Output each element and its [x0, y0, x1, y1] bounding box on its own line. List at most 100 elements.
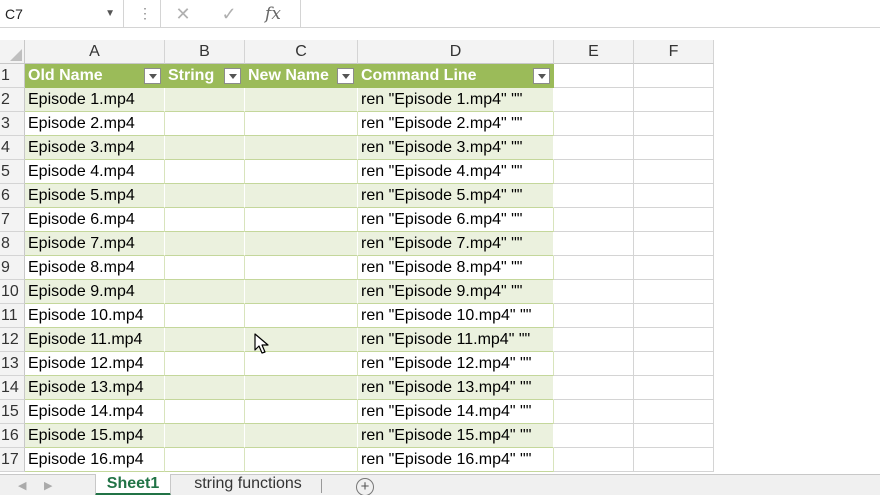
row-header[interactable]: 14 — [0, 376, 25, 400]
row-header[interactable]: 4 — [0, 136, 25, 160]
cell[interactable] — [634, 448, 714, 472]
filter-dropdown-icon[interactable] — [224, 68, 241, 84]
cell[interactable] — [554, 136, 634, 160]
plus-circle-icon[interactable]: + — [356, 478, 374, 495]
cell[interactable] — [634, 400, 714, 424]
table-cell[interactable]: Episode 13.mp4 — [25, 376, 165, 400]
table-cell[interactable] — [245, 448, 358, 472]
column-header-d[interactable]: D — [358, 40, 554, 64]
table-cell[interactable]: Episode 4.mp4 — [25, 160, 165, 184]
cell[interactable] — [554, 400, 634, 424]
table-cell[interactable] — [165, 232, 245, 256]
row-header[interactable]: 3 — [0, 112, 25, 136]
table-cell[interactable]: Episode 11.mp4 — [25, 328, 165, 352]
table-cell[interactable] — [245, 184, 358, 208]
row-header[interactable]: 1 — [0, 64, 25, 88]
row-header[interactable]: 11 — [0, 304, 25, 328]
cell[interactable] — [634, 232, 714, 256]
cell[interactable] — [634, 160, 714, 184]
table-cell[interactable]: ren "Episode 4.mp4" "" — [358, 160, 554, 184]
cell[interactable] — [554, 160, 634, 184]
column-header-f[interactable]: F — [634, 40, 714, 64]
table-cell[interactable] — [165, 424, 245, 448]
cell[interactable] — [634, 112, 714, 136]
cell[interactable] — [634, 88, 714, 112]
table-cell[interactable] — [245, 160, 358, 184]
filter-dropdown-icon[interactable] — [144, 68, 161, 84]
table-cell[interactable]: ren "Episode 11.mp4" "" — [358, 328, 554, 352]
table-cell[interactable] — [245, 112, 358, 136]
table-cell[interactable] — [245, 376, 358, 400]
cell[interactable] — [554, 280, 634, 304]
table-cell[interactable] — [245, 304, 358, 328]
table-cell[interactable] — [165, 208, 245, 232]
row-header[interactable]: 10 — [0, 280, 25, 304]
cell[interactable] — [554, 304, 634, 328]
table-cell[interactable]: Episode 9.mp4 — [25, 280, 165, 304]
table-cell[interactable]: Episode 2.mp4 — [25, 112, 165, 136]
table-cell[interactable]: ren "Episode 12.mp4" "" — [358, 352, 554, 376]
table-cell[interactable]: ren "Episode 14.mp4" "" — [358, 400, 554, 424]
table-cell[interactable] — [245, 352, 358, 376]
table-cell[interactable]: Episode 16.mp4 — [25, 448, 165, 472]
table-cell[interactable]: ren "Episode 13.mp4" "" — [358, 376, 554, 400]
column-header-e[interactable]: E — [554, 40, 634, 64]
table-cell[interactable]: Episode 3.mp4 — [25, 136, 165, 160]
cell[interactable] — [554, 88, 634, 112]
table-cell[interactable] — [165, 112, 245, 136]
cell[interactable] — [554, 376, 634, 400]
table-cell[interactable] — [165, 400, 245, 424]
row-header[interactable]: 9 — [0, 256, 25, 280]
row-header[interactable]: 6 — [0, 184, 25, 208]
table-header-cell[interactable]: Command Line — [358, 64, 554, 88]
tab-sheet1[interactable]: Sheet1 — [95, 474, 171, 495]
table-cell[interactable]: ren "Episode 9.mp4" "" — [358, 280, 554, 304]
row-header[interactable]: 8 — [0, 232, 25, 256]
cell[interactable] — [634, 64, 714, 88]
table-cell[interactable] — [245, 136, 358, 160]
row-header[interactable]: 12 — [0, 328, 25, 352]
cell[interactable] — [554, 208, 634, 232]
table-cell[interactable] — [165, 160, 245, 184]
column-header-b[interactable]: B — [165, 40, 245, 64]
table-cell[interactable]: ren "Episode 8.mp4" "" — [358, 256, 554, 280]
table-cell[interactable] — [245, 88, 358, 112]
cell[interactable] — [554, 64, 634, 88]
table-header-cell[interactable]: New Name — [245, 64, 358, 88]
table-cell[interactable] — [165, 328, 245, 352]
cell[interactable] — [554, 448, 634, 472]
table-cell[interactable]: ren "Episode 6.mp4" "" — [358, 208, 554, 232]
table-cell[interactable] — [245, 280, 358, 304]
row-header[interactable]: 15 — [0, 400, 25, 424]
table-cell[interactable] — [165, 352, 245, 376]
table-cell[interactable] — [165, 376, 245, 400]
cell[interactable] — [634, 352, 714, 376]
table-cell[interactable]: ren "Episode 5.mp4" "" — [358, 184, 554, 208]
table-cell[interactable] — [245, 256, 358, 280]
table-header-cell[interactable]: String — [165, 64, 245, 88]
cell[interactable] — [554, 352, 634, 376]
cell[interactable] — [554, 328, 634, 352]
row-header[interactable]: 5 — [0, 160, 25, 184]
row-header[interactable]: 13 — [0, 352, 25, 376]
formula-input[interactable] — [300, 0, 880, 28]
table-cell[interactable]: Episode 7.mp4 — [25, 232, 165, 256]
table-cell[interactable]: Episode 8.mp4 — [25, 256, 165, 280]
table-header-cell[interactable]: Old Name — [25, 64, 165, 88]
table-cell[interactable]: ren "Episode 10.mp4" "" — [358, 304, 554, 328]
filter-dropdown-icon[interactable] — [337, 68, 354, 84]
cell[interactable] — [634, 256, 714, 280]
name-box[interactable]: C7 ▼ — [0, 0, 124, 28]
cell[interactable] — [634, 136, 714, 160]
table-cell[interactable]: Episode 5.mp4 — [25, 184, 165, 208]
table-cell[interactable] — [165, 448, 245, 472]
column-header-c[interactable]: C — [245, 40, 358, 64]
cell[interactable] — [634, 304, 714, 328]
table-cell[interactable] — [165, 256, 245, 280]
cell[interactable] — [554, 232, 634, 256]
table-cell[interactable] — [245, 424, 358, 448]
table-cell[interactable] — [165, 304, 245, 328]
cell[interactable] — [634, 184, 714, 208]
table-cell[interactable]: ren "Episode 1.mp4" "" — [358, 88, 554, 112]
row-header[interactable]: 7 — [0, 208, 25, 232]
